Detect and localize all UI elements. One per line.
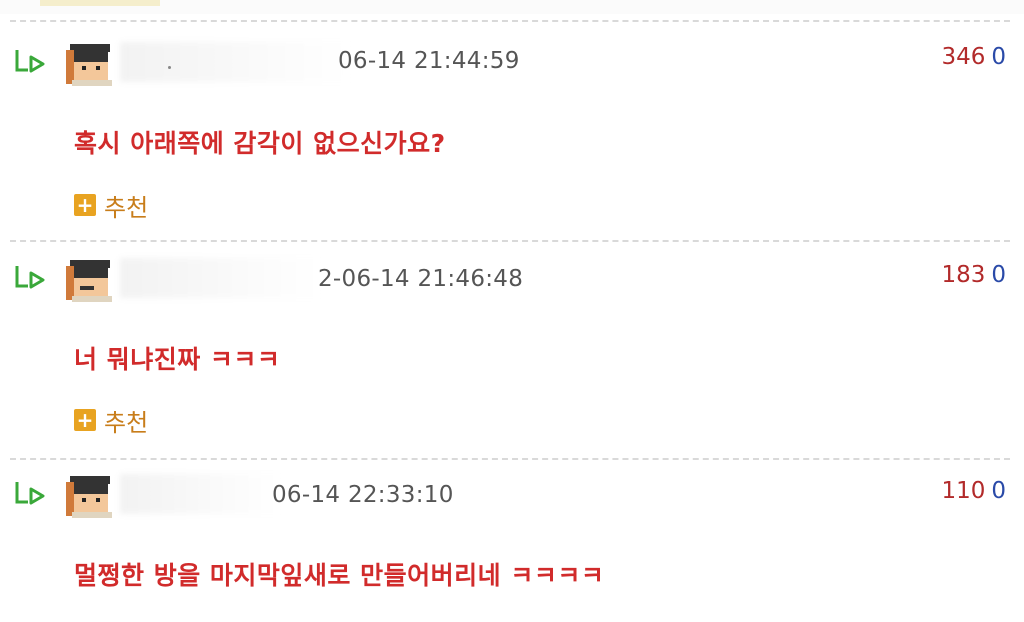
avatar-icon bbox=[66, 44, 112, 86]
previous-comment-edge bbox=[0, 0, 1024, 14]
recommend-button[interactable]: + 추천 bbox=[74, 190, 149, 222]
comment-text: 너 뭐냐진짜 ㅋㅋㅋ bbox=[74, 345, 281, 374]
divider bbox=[10, 458, 1010, 460]
vote-counts: 346 0 bbox=[941, 44, 1006, 70]
avatar-icon bbox=[66, 260, 112, 302]
recommend-label: 추천 bbox=[104, 193, 149, 222]
comment-date: 06-14 21:44:59 bbox=[338, 48, 520, 74]
reply-arrow-icon bbox=[15, 266, 45, 289]
plus-icon: + bbox=[74, 194, 96, 216]
blurred-username-mark bbox=[168, 66, 171, 69]
upvote-count[interactable]: 110 bbox=[941, 478, 985, 504]
comment-date: 2-06-14 21:46:48 bbox=[318, 266, 524, 292]
plus-icon: + bbox=[74, 409, 96, 431]
blurred-username bbox=[120, 474, 280, 514]
downvote-count[interactable]: 0 bbox=[991, 478, 1006, 504]
blurred-username bbox=[120, 258, 320, 298]
avatar-icon bbox=[66, 476, 112, 518]
reply-arrow-icon bbox=[15, 50, 45, 73]
comment-text: 멀쩡한 방을 마지막잎새로 만들어버리네 ㅋㅋㅋㅋ bbox=[74, 561, 605, 590]
vote-counts: 183 0 bbox=[941, 262, 1006, 288]
blurred-username bbox=[120, 42, 350, 82]
downvote-count[interactable]: 0 bbox=[991, 44, 1006, 70]
divider bbox=[10, 240, 1010, 242]
upvote-count[interactable]: 183 bbox=[941, 262, 985, 288]
recommend-label: 추천 bbox=[104, 408, 149, 437]
reply-arrow-icon bbox=[15, 482, 45, 505]
upvote-count[interactable]: 346 bbox=[941, 44, 985, 70]
comment-date: 06-14 22:33:10 bbox=[272, 482, 454, 508]
downvote-count[interactable]: 0 bbox=[991, 262, 1006, 288]
vote-counts: 110 0 bbox=[941, 478, 1006, 504]
divider bbox=[10, 20, 1010, 22]
recommend-button[interactable]: + 추천 bbox=[74, 405, 149, 437]
comment-text: 혹시 아래쪽에 감각이 없으신가요? bbox=[74, 129, 446, 158]
